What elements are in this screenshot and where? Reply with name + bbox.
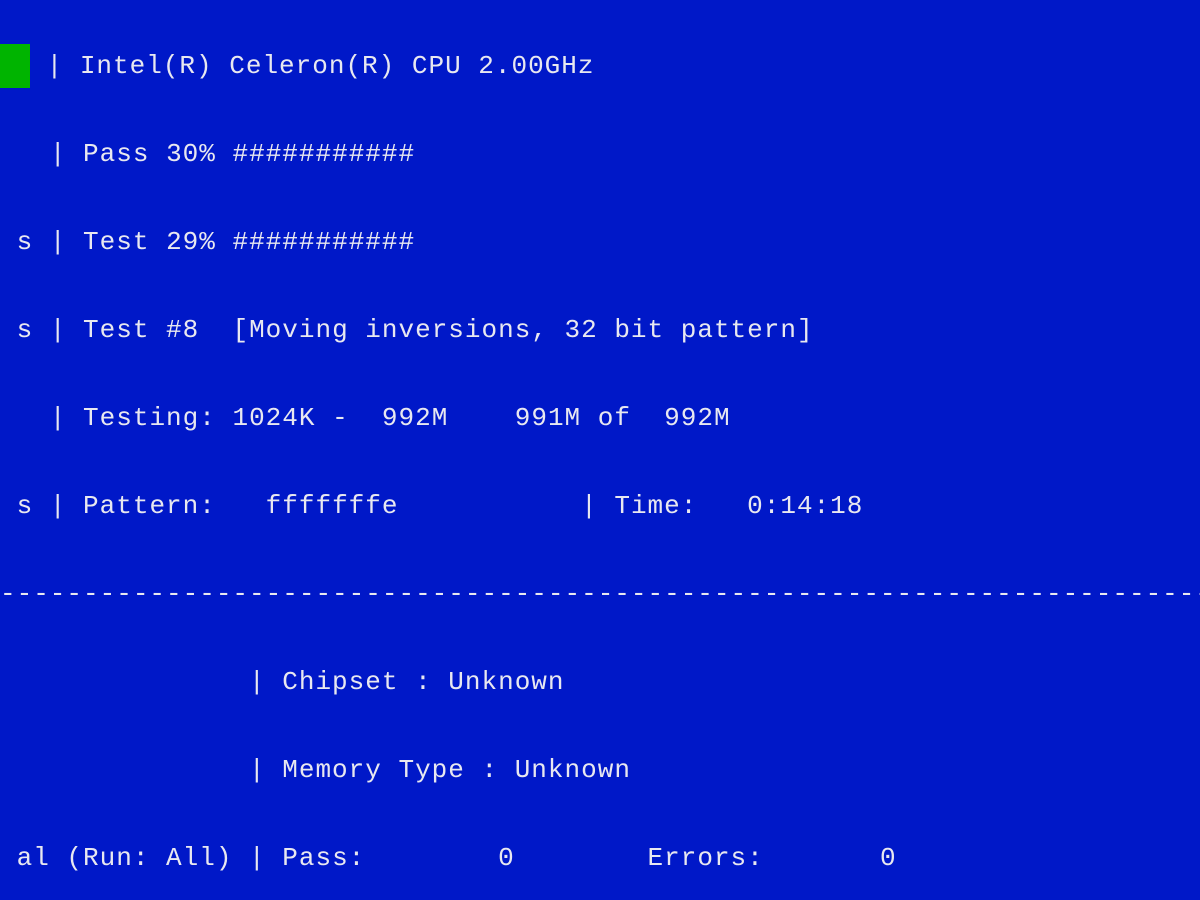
separator: | (33, 315, 83, 345)
test-desc-row: s | Test #8 [Moving inversions, 32 bit p… (0, 308, 1200, 352)
separator: | (33, 491, 83, 521)
divider-line: ----------------------------------------… (0, 579, 1200, 609)
testing-label: Testing: (83, 403, 216, 433)
test-progress-bar: ########### (232, 227, 415, 257)
separator: | (232, 755, 282, 785)
pass-progress-bar: ########### (232, 139, 415, 169)
pass-count-label: Pass: (282, 843, 365, 873)
separator: | (33, 227, 83, 257)
errors-label: Errors: (648, 843, 764, 873)
terminal-screen: | Intel(R) Celeron(R) CPU 2.00GHz | Pass… (0, 0, 1200, 900)
errors-value: 0 (880, 843, 897, 873)
left-col: s (17, 227, 34, 257)
cpu-line-row: | Intel(R) Celeron(R) CPU 2.00GHz (0, 44, 1200, 88)
left-col: s (17, 491, 34, 521)
separator: | (33, 403, 83, 433)
test-label: Test (83, 227, 149, 257)
separator: | (30, 51, 80, 81)
pass-pct-row: | Pass 30% ########### (0, 132, 1200, 176)
separator: | (33, 139, 83, 169)
test-pct-row: s | Test 29% ########### (0, 220, 1200, 264)
chipset-row: | Chipset : Unknown (0, 660, 1200, 704)
highlight-block (0, 44, 30, 88)
pattern-label: Pattern: (83, 491, 216, 521)
pass-errors-row: al (Run: All) | Pass: 0 Errors: 0 (0, 836, 1200, 880)
memtype-row: | Memory Type : Unknown (0, 748, 1200, 792)
pattern-row: s | Pattern: fffffffe | Time: 0:14:18 (0, 484, 1200, 528)
memtype-value: Unknown (515, 755, 631, 785)
test-description: [Moving inversions, 32 bit pattern] (232, 315, 813, 345)
test-number: Test #8 (83, 315, 199, 345)
chipset-label: Chipset : (282, 667, 431, 697)
left-col: s (17, 315, 34, 345)
pass-pct-value: 30% (166, 139, 216, 169)
cpu-name: Intel(R) Celeron(R) CPU 2.00GHz (80, 51, 595, 81)
time-label: Time: (614, 491, 697, 521)
separator: | (232, 843, 282, 873)
memtype-label: Memory Type : (282, 755, 498, 785)
separator: | (232, 667, 282, 697)
chipset-value: Unknown (448, 667, 564, 697)
pattern-value: fffffffe (266, 491, 399, 521)
pass-count-value: 0 (498, 843, 515, 873)
left-col: al (Run: All) (17, 843, 233, 873)
test-pct-value: 29% (166, 227, 216, 257)
testing-range: 1024K - 992M (232, 403, 448, 433)
time-value: 0:14:18 (747, 491, 863, 521)
pass-label: Pass (83, 139, 149, 169)
divider-top: ----------------------------------------… (0, 572, 1200, 616)
testing-range-row: | Testing: 1024K - 992M 991M of 992M (0, 396, 1200, 440)
testing-progress: 991M of 992M (515, 403, 731, 433)
